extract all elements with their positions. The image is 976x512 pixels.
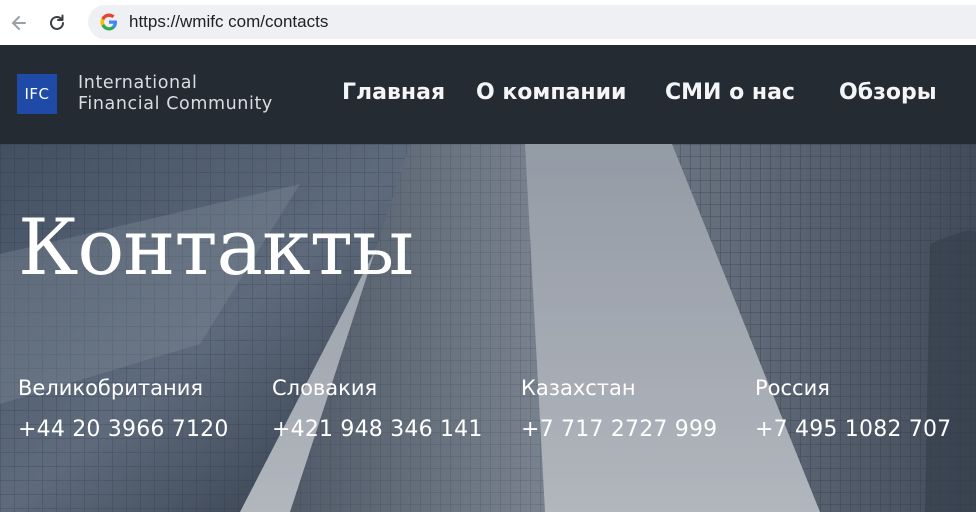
contact-kazakhstan: Казахстан +7 717 2727 999 — [521, 376, 717, 442]
contact-phone[interactable]: +7 717 2727 999 — [521, 417, 717, 442]
contact-country: Великобритания — [18, 376, 203, 400]
reload-icon — [50, 14, 64, 30]
nav-item-media[interactable]: СМИ о нас — [665, 80, 795, 105]
google-icon — [99, 12, 119, 32]
nav-item-home[interactable]: Главная — [342, 80, 445, 105]
page-title: Контакты — [18, 203, 414, 293]
nav-item-about[interactable]: О компании — [476, 80, 626, 105]
contact-country: Казахстан — [521, 376, 636, 400]
contact-phone[interactable]: +44 20 3966 7120 — [18, 417, 229, 442]
url-text[interactable]: https://wmifc com/contacts — [129, 12, 328, 32]
main-nav: Главная О компании СМИ о нас Обзоры — [0, 45, 976, 144]
contact-country: Словакия — [272, 376, 378, 400]
address-bar[interactable]: https://wmifc com/contacts — [88, 5, 976, 39]
contact-russia: Россия +7 495 1082 707 — [755, 376, 951, 442]
site-header: IFC International Financial Community Гл… — [0, 45, 976, 144]
back-button[interactable] — [4, 8, 34, 38]
contact-country: Россия — [755, 376, 830, 400]
contact-phone[interactable]: +421 948 346 141 — [272, 417, 483, 442]
browser-toolbar: https://wmifc com/contacts — [0, 0, 976, 45]
arrow-back-icon — [11, 15, 26, 30]
contact-uk: Великобритания +44 20 3966 7120 — [18, 376, 229, 442]
reload-button[interactable] — [42, 8, 72, 38]
nav-item-reviews[interactable]: Обзоры — [839, 80, 937, 105]
hero-background-image — [0, 144, 976, 512]
contact-phone[interactable]: +7 495 1082 707 — [755, 417, 951, 442]
contact-slovakia: Словакия +421 948 346 141 — [272, 376, 483, 442]
hero-section: Контакты Великобритания +44 20 3966 7120… — [0, 144, 976, 512]
